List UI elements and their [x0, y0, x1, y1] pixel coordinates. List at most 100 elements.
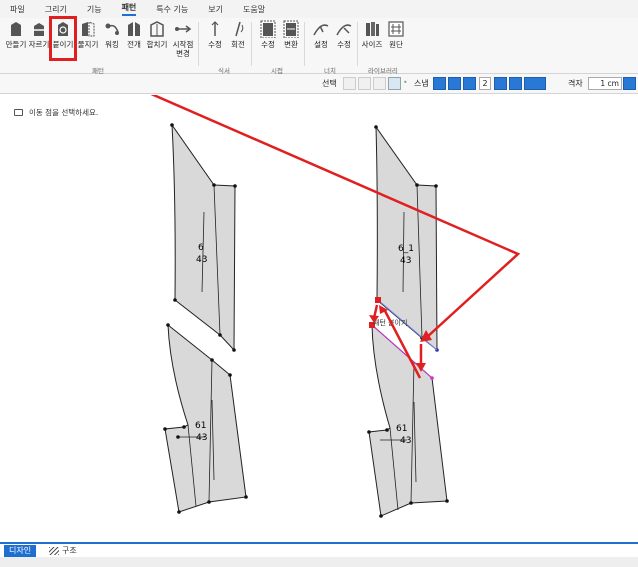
menu-bar: 파일 그리기 기능 패턴 특수 기능 보기 도움말: [0, 0, 638, 18]
fabric-grid-icon: [388, 21, 404, 37]
books-icon: [366, 22, 379, 36]
tab-design[interactable]: 디자인: [4, 545, 37, 557]
seam-edit-icon: [260, 20, 276, 38]
merge-label: 합치기: [146, 40, 168, 49]
snap-line-button[interactable]: [433, 77, 446, 90]
options-bar: 선택 • 스냅 2 격자 1 cm: [0, 74, 638, 94]
select-line-button[interactable]: [388, 77, 401, 90]
pattern-piece-left-bottom[interactable]: [163, 323, 248, 514]
piece-size-right-top: 43: [400, 256, 411, 266]
group-divider: [198, 22, 199, 66]
group-divider: [251, 22, 252, 66]
notch-set-label: 설정: [314, 40, 328, 49]
drawing-canvas[interactable]: 이동 점을 선택하세요. 6 43 61 43 6_1 43 61 43 패턴 …: [0, 95, 638, 542]
snap-curve-button[interactable]: [494, 77, 507, 90]
notch-edit-label: 수정: [337, 40, 351, 49]
seam-convert-icon: [283, 20, 299, 38]
snap-mid-button[interactable]: [463, 77, 476, 90]
seam-convert-button[interactable]: 변환: [279, 20, 303, 49]
menu-tab-view[interactable]: 보기: [208, 4, 223, 15]
ribbon-toolbar: 만들기 자르기 붙이기 물지기 워킹 전개 합치기 시작점 변경 패턴 수정 회…: [0, 16, 638, 75]
start-point-sublabel: 변경: [176, 49, 190, 58]
notch-edit-button[interactable]: 수정: [332, 20, 356, 49]
pattern-piece-left-top[interactable]: [170, 123, 237, 352]
grainline-edit-icon: [211, 21, 219, 36]
walking-icon: [105, 23, 119, 35]
make-pattern-icon: [11, 22, 21, 36]
grainline-edit-label: 수정: [208, 40, 222, 49]
fold-pattern-label: 물지기: [77, 40, 99, 49]
tab-structure-label: 구조: [62, 546, 77, 555]
start-point-arrow-icon: [175, 25, 192, 33]
snap-label: 스냅: [414, 79, 429, 88]
grid-size-input[interactable]: 1 cm: [588, 77, 622, 90]
group-divider: [304, 22, 305, 66]
fold-pattern-icon: [82, 21, 95, 37]
tab-structure[interactable]: 구조: [44, 545, 82, 557]
piece-size-left-top: 43: [196, 255, 207, 265]
pattern-drawing: 6 43 61 43 6_1 43 61 43 패턴 붙이기: [150, 95, 521, 518]
snap-circle-button[interactable]: [509, 77, 522, 90]
unfold-button[interactable]: 전개: [122, 20, 146, 49]
grid-label: 격자: [568, 79, 583, 88]
hatch-icon: [49, 546, 59, 555]
unfold-icon: [128, 22, 140, 36]
select-curve-button[interactable]: [358, 77, 371, 90]
annotation-arrows: [150, 95, 521, 379]
pattern-piece-right-top[interactable]: [374, 125, 439, 352]
make-pattern-button[interactable]: 만들기: [4, 20, 28, 49]
piece-name-right-bottom: 61: [396, 424, 407, 434]
notch-edit-icon: [336, 24, 352, 36]
cut-pattern-label: 자르기: [28, 40, 50, 49]
piece-size-right-bottom: 43: [400, 436, 411, 446]
app-window: 파일 그리기 기능 패턴 특수 기능 보기 도움말 만들기 자르기 붙이기 물지…: [0, 0, 638, 567]
make-pattern-label: 만들기: [5, 40, 27, 49]
size-library-label: 사이즈: [361, 40, 383, 49]
seam-convert-label: 변환: [284, 40, 298, 49]
menu-tab-help[interactable]: 도움말: [243, 4, 265, 15]
notch-set-icon: [313, 24, 329, 36]
menu-tab-special[interactable]: 특수 기능: [156, 4, 188, 15]
piece-name-left-top: 6: [198, 243, 204, 253]
seam-edit-button[interactable]: 수정: [256, 20, 280, 49]
grainline-rotate-button[interactable]: 회전: [226, 20, 250, 49]
snap-count-input[interactable]: 2: [479, 77, 491, 90]
menu-tab-function[interactable]: 기능: [87, 4, 102, 15]
annotation-highlight-box: [49, 16, 77, 61]
size-library-button[interactable]: 사이즈: [360, 20, 384, 49]
menu-tab-file[interactable]: 파일: [10, 4, 25, 15]
unfold-label: 전개: [127, 40, 141, 49]
notch-set-button[interactable]: 설정: [309, 20, 333, 49]
start-point-label: 시작점: [172, 40, 194, 49]
snap-cross-button[interactable]: [448, 77, 461, 90]
fold-pattern-button[interactable]: 물지기: [76, 20, 100, 49]
status-bar: [0, 557, 638, 567]
move-point-handle[interactable]: [375, 297, 381, 303]
select-image-button[interactable]: [343, 77, 356, 90]
snap-toggle[interactable]: [524, 77, 546, 90]
fabric-library-button[interactable]: 원단: [384, 20, 408, 49]
merge-button[interactable]: 합치기: [145, 20, 169, 49]
menu-tab-draw[interactable]: 그리기: [45, 4, 67, 15]
change-start-point-button[interactable]: 시작점 변경: [170, 20, 196, 58]
piece-size-left-bottom: 43: [196, 433, 207, 443]
select-label: 선택: [322, 79, 337, 88]
piece-name-left-bottom: 61: [195, 421, 206, 431]
cut-pattern-button[interactable]: 자르기: [27, 20, 51, 49]
select-point-button[interactable]: [373, 77, 386, 90]
walking-button[interactable]: 워킹: [100, 20, 124, 49]
menu-tab-pattern[interactable]: 패턴: [121, 2, 137, 16]
group-divider: [357, 22, 358, 66]
fabric-library-label: 원단: [389, 40, 403, 49]
merge-icon: [150, 21, 164, 37]
grainline-edit-button[interactable]: 수정: [203, 20, 227, 49]
grainline-rotate-icon: [235, 21, 244, 37]
grid-toggle-button[interactable]: [623, 77, 636, 90]
option-dot-icon: •: [403, 78, 408, 87]
piece-name-right-top: 6_1: [398, 244, 414, 254]
cut-pattern-icon: [32, 23, 46, 36]
grainline-rotate-label: 회전: [231, 40, 245, 49]
walking-label: 워킹: [105, 40, 119, 49]
view-tabs: 디자인 구조: [0, 542, 638, 557]
seam-edit-label: 수정: [261, 40, 275, 49]
